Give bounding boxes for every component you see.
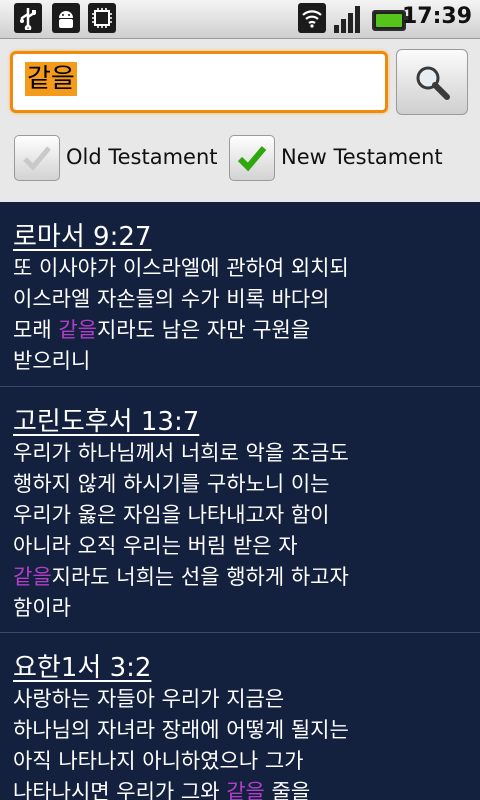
magnifier-icon xyxy=(416,66,450,100)
search-button[interactable] xyxy=(396,49,468,115)
verse-text: 사랑하는 자들아 우리가 지금은하나님의 자녀라 장래에 어떻게 될지는아직 나… xyxy=(13,684,468,800)
verse-text-segment: 줄을 xyxy=(264,780,311,800)
verse-text-segment: 또 이사야가 이스라엘에 관하여 외치되 xyxy=(13,256,349,280)
status-time: 17:39 xyxy=(401,4,472,29)
verse-text: 또 이사야가 이스라엘에 관하여 외치되이스라엘 자손들의 수가 비록 바다의모… xyxy=(13,253,468,377)
verse-text-segment: 지라도 너희는 선을 행하게 하고자 xyxy=(51,565,349,589)
old-testament-label: Old Testament xyxy=(66,145,218,169)
verse-line: 아직 나타나지 아니하였으나 그가 xyxy=(13,746,468,777)
battery-icon xyxy=(372,10,410,31)
verse-text-segment: 이스라엘 자손들의 수가 비록 바다의 xyxy=(13,287,330,311)
verse-text-segment: 지라도 남은 자만 구원을 xyxy=(96,318,311,342)
verse-line: 사랑하는 자들아 우리가 지금은 xyxy=(13,684,468,715)
usb-icon xyxy=(14,3,42,33)
verse-line: 이스라엘 자손들의 수가 비록 바다의 xyxy=(13,284,468,315)
verse-line: 우리가 옳은 자임을 나타내고자 함이 xyxy=(13,500,468,531)
verse-reference[interactable]: 요한1서 3:2 xyxy=(13,647,151,684)
verse-text-segment: 하나님의 자녀라 장래에 어떻게 될지는 xyxy=(13,718,349,742)
checkmark-off-icon xyxy=(23,146,51,171)
new-testament-checkbox[interactable] xyxy=(229,135,275,181)
old-testament-checkbox[interactable] xyxy=(14,135,60,181)
verse-text-segment: 아직 나타나지 아니하였으나 그가 xyxy=(13,749,304,773)
checkmark-on-icon xyxy=(237,146,267,172)
verse-line: 모래 같을지라도 남은 자만 구원을 xyxy=(13,315,468,346)
verse-item[interactable]: 요한1서 3:2 사랑하는 자들아 우리가 지금은하나님의 자녀라 장래에 어떻… xyxy=(0,633,480,800)
verse-reference[interactable]: 로마서 9:27 xyxy=(13,216,151,253)
signal-icon xyxy=(333,5,365,33)
results-list[interactable]: 로마서 9:27 또 이사야가 이스라엘에 관하여 외치되이스라엘 자손들의 수… xyxy=(0,202,480,800)
verse-text-segment: 아니라 오직 우리는 버림 받은 자 xyxy=(13,534,298,558)
new-testament-label: New Testament xyxy=(281,145,443,169)
verse-line: 같을지라도 너희는 선을 행하게 하고자 xyxy=(13,562,468,593)
status-bar: 17:39 xyxy=(0,0,480,39)
search-input[interactable]: 같을 xyxy=(10,51,388,113)
verse-line: 또 이사야가 이스라엘에 관하여 외치되 xyxy=(13,253,468,284)
highlighted-match: 같을 xyxy=(226,780,265,800)
verse-line: 우리가 하나님께서 너희로 악을 조금도 xyxy=(13,438,468,469)
chip-icon xyxy=(88,3,116,33)
search-panel: 같을 Old Testament New Testament xyxy=(0,39,480,202)
verse-reference[interactable]: 고린도후서 13:7 xyxy=(13,401,199,438)
verse-item[interactable]: 로마서 9:27 또 이사야가 이스라엘에 관하여 외치되이스라엘 자손들의 수… xyxy=(0,202,480,387)
search-query-text: 같을 xyxy=(25,62,77,96)
verse-text-segment: 모래 xyxy=(13,318,59,342)
verse-line: 아니라 오직 우리는 버림 받은 자 xyxy=(13,531,468,562)
verse-line: 함이라 xyxy=(13,593,468,624)
verse-line: 받으리니 xyxy=(13,346,468,377)
verse-text: 우리가 하나님께서 너희로 악을 조금도행하지 않게 하시기를 구하노니 이는우… xyxy=(13,438,468,624)
verse-text-segment: 행하지 않게 하시기를 구하노니 이는 xyxy=(13,472,330,496)
highlighted-match: 같을 xyxy=(58,318,97,342)
highlighted-match: 같을 xyxy=(13,565,52,589)
verse-text-segment: 우리가 옳은 자임을 나타내고자 함이 xyxy=(13,503,330,527)
android-debug-icon xyxy=(52,3,80,33)
verse-text-segment: 우리가 하나님께서 너희로 악을 조금도 xyxy=(13,441,349,465)
verse-line: 행하지 않게 하시기를 구하노니 이는 xyxy=(13,469,468,500)
verse-text-segment: 사랑하는 자들아 우리가 지금은 xyxy=(13,687,285,711)
verse-item[interactable]: 고린도후서 13:7 우리가 하나님께서 너희로 악을 조금도행하지 않게 하시… xyxy=(0,387,480,633)
wifi-icon xyxy=(298,3,326,33)
verse-line: 나타나시면 우리가 그와 같을 줄을 xyxy=(13,777,468,800)
verse-text-segment: 나타나시면 우리가 그와 xyxy=(13,780,227,800)
verse-text-segment: 함이라 xyxy=(13,596,71,620)
verse-line: 하나님의 자녀라 장래에 어떻게 될지는 xyxy=(13,715,468,746)
verse-text-segment: 받으리니 xyxy=(13,349,91,373)
